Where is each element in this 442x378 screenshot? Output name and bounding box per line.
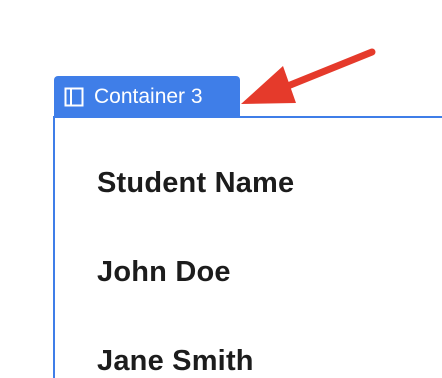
columns-icon [64,87,84,107]
container-frame[interactable] [53,116,442,378]
container-label-badge[interactable]: Container 3 [54,76,240,117]
list-item[interactable]: Student Name [97,167,294,200]
container-label-text: Container 3 [94,84,203,108]
list-item[interactable]: Jane Smith [97,345,254,378]
editor-canvas: Container 3 Student Name John Doe Jane S… [0,0,442,378]
list-item[interactable]: John Doe [97,256,231,289]
